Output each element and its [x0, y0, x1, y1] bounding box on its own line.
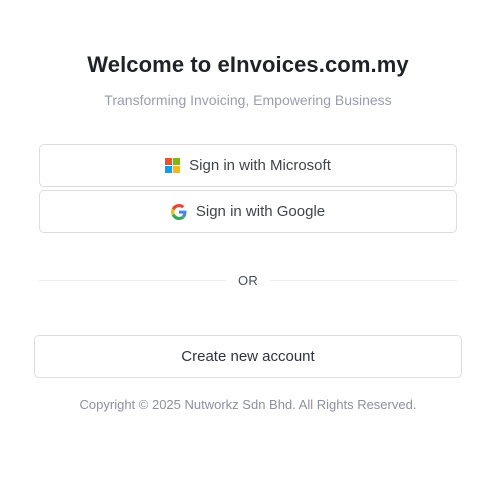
- sign-in-microsoft-label: Sign in with Microsoft: [189, 157, 331, 174]
- page-subtitle: Transforming Invoicing, Empowering Busin…: [104, 92, 392, 108]
- divider-or-label: OR: [237, 272, 259, 288]
- or-divider: OR: [39, 270, 458, 290]
- divider-line-right: [270, 279, 458, 281]
- microsoft-logo-icon: [165, 158, 181, 173]
- sign-in-google-label: Sign in with Google: [195, 203, 326, 220]
- divider-line-left: [39, 279, 226, 281]
- create-account-button[interactable]: Create new account: [34, 335, 462, 378]
- page-title: Welcome to eInvoices.com.my: [87, 52, 409, 77]
- login-page: Welcome to eInvoices.com.my Transforming…: [0, 0, 501, 496]
- google-logo-icon: [170, 203, 187, 220]
- sign-in-google-button[interactable]: Sign in with Google: [39, 190, 457, 233]
- copyright-text: Copyright © 2025 Nutworkz Sdn Bhd. All R…: [79, 397, 417, 412]
- sign-in-microsoft-button[interactable]: Sign in with Microsoft: [39, 144, 457, 187]
